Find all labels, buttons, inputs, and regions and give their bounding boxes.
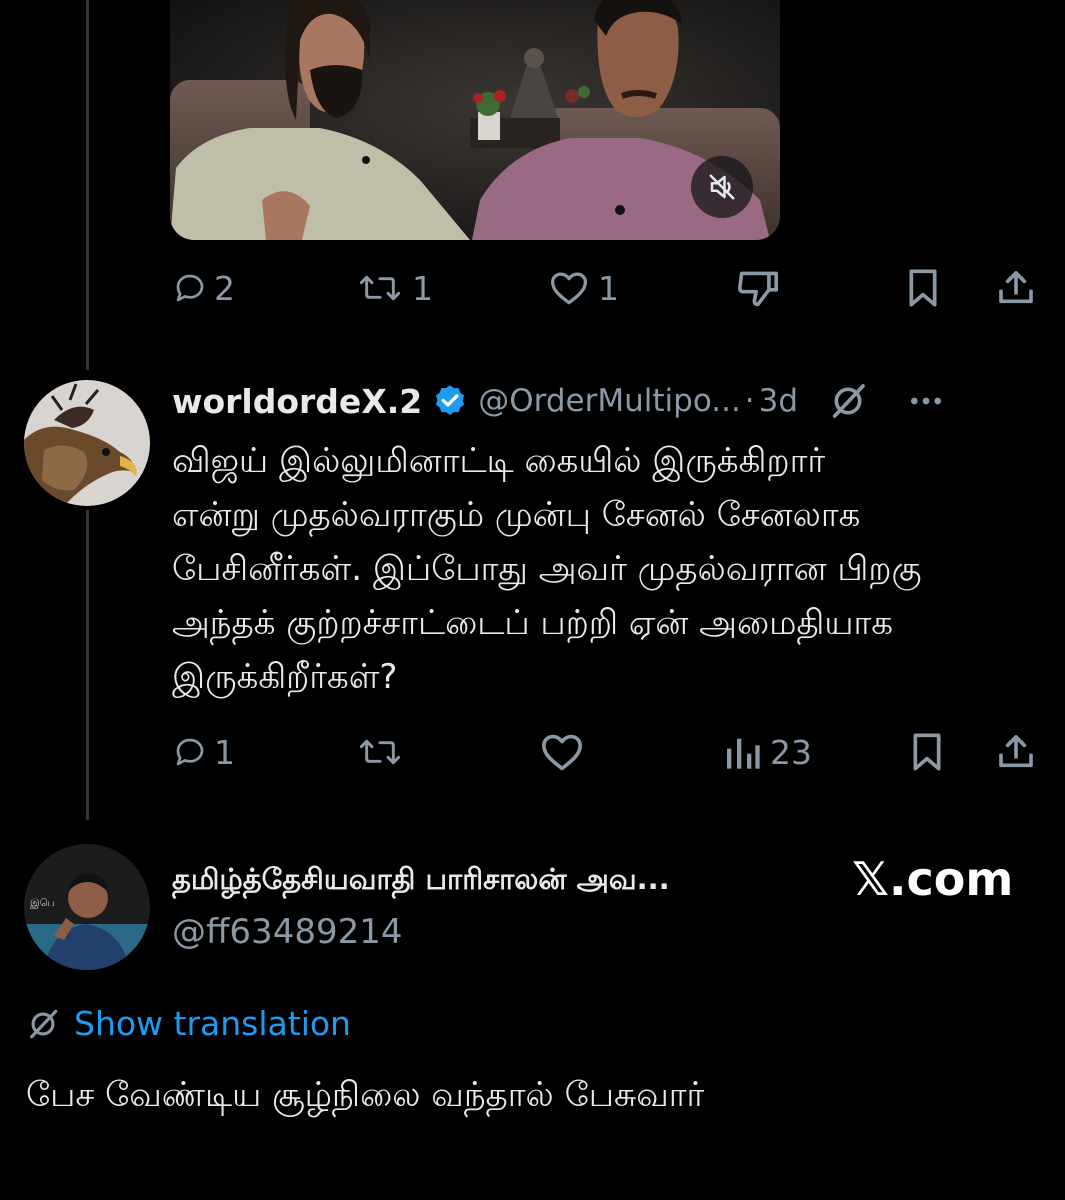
eagle-avatar-image [24, 380, 150, 506]
author-display-name[interactable]: worldordeX.2 [172, 382, 422, 421]
video-frame [170, 0, 780, 240]
show-translation-label[interactable]: Show translation [74, 1004, 351, 1043]
grok-icon[interactable] [828, 381, 868, 421]
embed-display-name[interactable]: தமிழ்த்தேசியவாதி பாரிசாலன் அவ... [172, 862, 670, 900]
like-button[interactable] [538, 722, 594, 782]
bookmark-icon [909, 269, 937, 307]
show-translation-link[interactable]: Show translation [26, 1004, 351, 1043]
embed-handle[interactable]: @ff63489214 [172, 912, 402, 952]
repost-count: 1 [412, 268, 433, 308]
repost-button[interactable] [356, 722, 412, 782]
like-count: 1 [598, 268, 619, 308]
video-player[interactable] [170, 0, 780, 240]
thumbs-down-icon [737, 271, 778, 307]
reply-tweet-header: worldordeX.2 @OrderMultipo... · 3d [172, 376, 1052, 426]
share-button[interactable] [996, 258, 1036, 318]
views-chart-icon [727, 738, 760, 769]
speaker-muted-icon [709, 174, 735, 200]
x-source-logo[interactable]: 𝕏.com [852, 852, 1013, 906]
reply-count: 1 [214, 732, 235, 772]
avatar-worldordex[interactable] [24, 380, 150, 506]
first-tweet-actions: 2 1 1 [0, 258, 1065, 318]
share-button[interactable] [996, 722, 1036, 782]
reply-tweet-text: விஜய் இல்லுமினாட்டி கையில் இருக்கிறார் எ… [172, 441, 922, 697]
embed-tweet-text: பேச வேண்டிய சூழ்நிலை வந்தால் பேசுவார் [26, 1075, 705, 1115]
views-button[interactable]: 23 [722, 722, 812, 782]
reply-button[interactable]: 2 [174, 258, 235, 318]
mute-button[interactable] [691, 156, 753, 218]
heart-icon [551, 272, 587, 305]
bookmark-button[interactable] [908, 722, 946, 782]
avatar-ff63489214[interactable]: இபெ [24, 844, 150, 970]
dislike-button[interactable] [736, 258, 780, 318]
heart-icon [541, 734, 582, 771]
more-icon[interactable] [906, 381, 946, 421]
repost-icon [359, 739, 401, 765]
reply-count: 2 [214, 268, 235, 308]
svg-text:இபெ: இபெ [30, 898, 55, 909]
timeline: 2 1 1 worldordeX.2 @OrderMultipo... · 3d… [0, 0, 1065, 1200]
author-handle[interactable]: @OrderMultipo... [478, 383, 741, 419]
verified-badge-icon [436, 385, 465, 415]
repost-icon [359, 275, 401, 301]
share-icon [999, 735, 1033, 768]
like-button[interactable]: 1 [548, 258, 619, 318]
views-count: 23 [770, 732, 812, 772]
translate-globe-icon [30, 1009, 58, 1038]
reply-icon [176, 738, 204, 766]
reply-tweet-actions: 1 23 [0, 722, 1065, 782]
time-separator: · [744, 383, 755, 419]
bookmark-icon [913, 733, 941, 771]
reply-button[interactable]: 1 [174, 722, 235, 782]
person-avatar-image: இபெ [24, 844, 150, 970]
bookmark-button[interactable] [904, 258, 942, 318]
repost-button[interactable]: 1 [356, 258, 433, 318]
share-icon [999, 271, 1033, 304]
tweet-time[interactable]: 3d [759, 383, 798, 419]
reply-icon [176, 274, 204, 302]
